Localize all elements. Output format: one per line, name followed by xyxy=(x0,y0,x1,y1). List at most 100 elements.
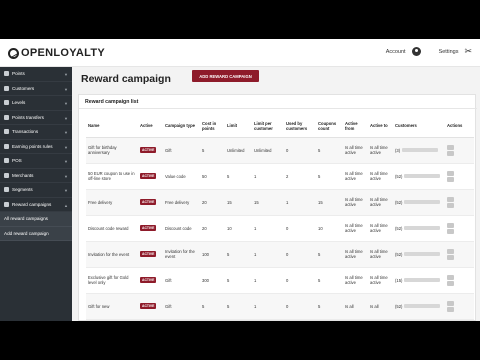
sidebar-item-pos[interactable]: POS ▼ xyxy=(0,154,72,169)
customers-list-button[interactable] xyxy=(404,200,441,204)
used-cell: 0 xyxy=(284,267,316,294)
column-header[interactable]: Used by customers xyxy=(284,115,316,138)
sidebar-item-earning-points-rules[interactable]: Earning points rules ▼ xyxy=(0,140,72,154)
levels-icon xyxy=(4,100,9,106)
edit-button[interactable] xyxy=(447,300,454,306)
table-row: Invitation for the event ACTIVE Invitation… xyxy=(86,241,474,268)
limit-cell: 5 xyxy=(225,267,252,294)
active-cell: ACTIVE xyxy=(138,215,163,242)
coupons-cell: 15 xyxy=(316,189,343,216)
actions-cell xyxy=(445,137,474,164)
customers-list-button[interactable] xyxy=(402,148,439,152)
logo[interactable]: OPENLOYALTY xyxy=(8,46,105,60)
settings-label[interactable]: Settings xyxy=(439,49,459,55)
sidebar-item-customers[interactable]: Customers ▼ xyxy=(0,82,72,96)
column-header[interactable]: Cost in points xyxy=(200,115,225,138)
to-cell: Is all xyxy=(368,293,393,320)
cost-cell: 20 xyxy=(200,189,225,216)
page-title: Reward campaign xyxy=(81,73,171,85)
table-row: Gift for new ACTIVE Gift 5 5 1 0 5 Is all Is all(… xyxy=(86,293,474,320)
customers-cell: (15) xyxy=(393,267,445,294)
customers-cell: (3) xyxy=(393,137,445,164)
column-header[interactable]: Active from xyxy=(343,115,368,138)
sidebar-subitem-add-reward-campaign[interactable]: Add reward campaign xyxy=(0,226,72,241)
transfer-icon xyxy=(4,114,9,120)
edit-button[interactable] xyxy=(447,274,454,280)
coupons-cell: 10 xyxy=(316,215,343,242)
limit-per-cell: Unlimited xyxy=(252,137,284,164)
view-button[interactable] xyxy=(447,228,454,234)
table-header-row: Name Active Campaign type Cost in points… xyxy=(86,115,474,138)
column-header[interactable]: Active xyxy=(138,115,163,138)
edit-button[interactable] xyxy=(447,170,454,176)
actions-cell xyxy=(445,163,474,190)
from-cell: Is all xyxy=(343,293,368,320)
to-cell: Is all time active xyxy=(368,215,393,242)
cost-cell: 5 xyxy=(200,137,225,164)
edit-button[interactable] xyxy=(447,248,454,254)
add-reward-campaign-button[interactable]: ADD REWARD CAMPAIGN xyxy=(192,70,259,82)
used-cell: 0 xyxy=(284,293,316,320)
sidebar-item-transactions[interactable]: Transactions ▼ xyxy=(0,125,72,140)
table-row: Gift for birthday anniversary ACTIVE Gift 5… xyxy=(86,137,474,164)
column-header[interactable]: Limit per customer xyxy=(252,115,284,138)
edit-button[interactable] xyxy=(447,222,454,228)
customers-list-button[interactable] xyxy=(404,252,441,256)
divider xyxy=(79,108,477,109)
settings-icon[interactable]: ✂ xyxy=(464,46,472,57)
limit-cell: 5 xyxy=(225,163,252,190)
column-header[interactable]: Limit xyxy=(225,115,252,138)
sidebar-subitem-all-reward-campaigns[interactable]: All reward campaigns xyxy=(0,212,72,227)
sidebar-item-levels[interactable]: Levels ▼ xyxy=(0,96,72,111)
type-cell: Gift xyxy=(163,293,200,320)
customers-list-button[interactable] xyxy=(404,278,441,282)
view-button[interactable] xyxy=(447,202,454,208)
table-row: Exclusive gift for Gold level only ACTIVE… xyxy=(86,267,474,294)
customers-summary: (52) xyxy=(395,226,443,231)
customers-summary: (52) xyxy=(395,174,443,179)
sidebar-item-merchants[interactable]: Merchants ▼ xyxy=(0,169,72,183)
customers-summary: (15) xyxy=(395,278,443,283)
type-cell: Free delivery xyxy=(163,189,200,216)
column-header[interactable]: Coupons count xyxy=(316,115,343,138)
view-button[interactable] xyxy=(447,176,454,182)
customers-count: (3) xyxy=(395,147,401,153)
view-button[interactable] xyxy=(447,254,454,260)
account-icon[interactable] xyxy=(411,47,421,56)
actions-cell xyxy=(445,241,474,268)
coupons-cell: 5 xyxy=(316,137,343,164)
customers-list-button[interactable] xyxy=(404,226,441,230)
from-cell: Is all time active xyxy=(343,163,368,190)
coupons-cell: 5 xyxy=(316,241,343,268)
top-bar: OPENLOYALTY Account Settings ✂ xyxy=(0,39,480,67)
view-button[interactable] xyxy=(447,150,454,156)
edit-button[interactable] xyxy=(447,196,454,202)
column-header[interactable]: Active to xyxy=(368,115,393,138)
sidebar-item-segments[interactable]: Segments ▼ xyxy=(0,183,72,198)
sidebar-item-points[interactable]: Points ▼ xyxy=(0,67,72,82)
chevron-down-icon: ▼ xyxy=(64,101,68,106)
pos-icon xyxy=(4,158,9,164)
cost-cell: 300 xyxy=(200,267,225,294)
view-button[interactable] xyxy=(447,306,454,312)
limit-per-cell: 15 xyxy=(252,189,284,216)
account-label[interactable]: Account xyxy=(386,49,406,55)
cost-cell: 100 xyxy=(200,241,225,268)
edit-button[interactable] xyxy=(447,144,454,150)
customers-list-button[interactable] xyxy=(404,304,441,308)
view-button[interactable] xyxy=(447,280,454,286)
rules-icon xyxy=(4,143,9,149)
column-header[interactable]: Name xyxy=(86,115,138,138)
customers-cell: (52) xyxy=(393,163,445,190)
type-cell: Value code xyxy=(163,163,200,190)
logo-text: OPENLOYALTY xyxy=(21,47,105,59)
customers-summary: (52) xyxy=(395,252,443,257)
sidebar-item-reward-campaigns[interactable]: Reward campaigns ▲ xyxy=(0,198,72,212)
sidebar-item-points-transfers[interactable]: Points transfers ▼ xyxy=(0,111,72,125)
column-header[interactable]: Campaign type xyxy=(163,115,200,138)
customers-list-button[interactable] xyxy=(404,174,441,178)
name-cell: Gift for birthday anniversary xyxy=(86,137,138,164)
main-content: Reward campaign ADD REWARD CAMPAIGN Rewa… xyxy=(72,67,480,321)
top-right-controls: Account Settings ✂ xyxy=(386,46,472,57)
chevron-down-icon: ▼ xyxy=(64,86,68,92)
